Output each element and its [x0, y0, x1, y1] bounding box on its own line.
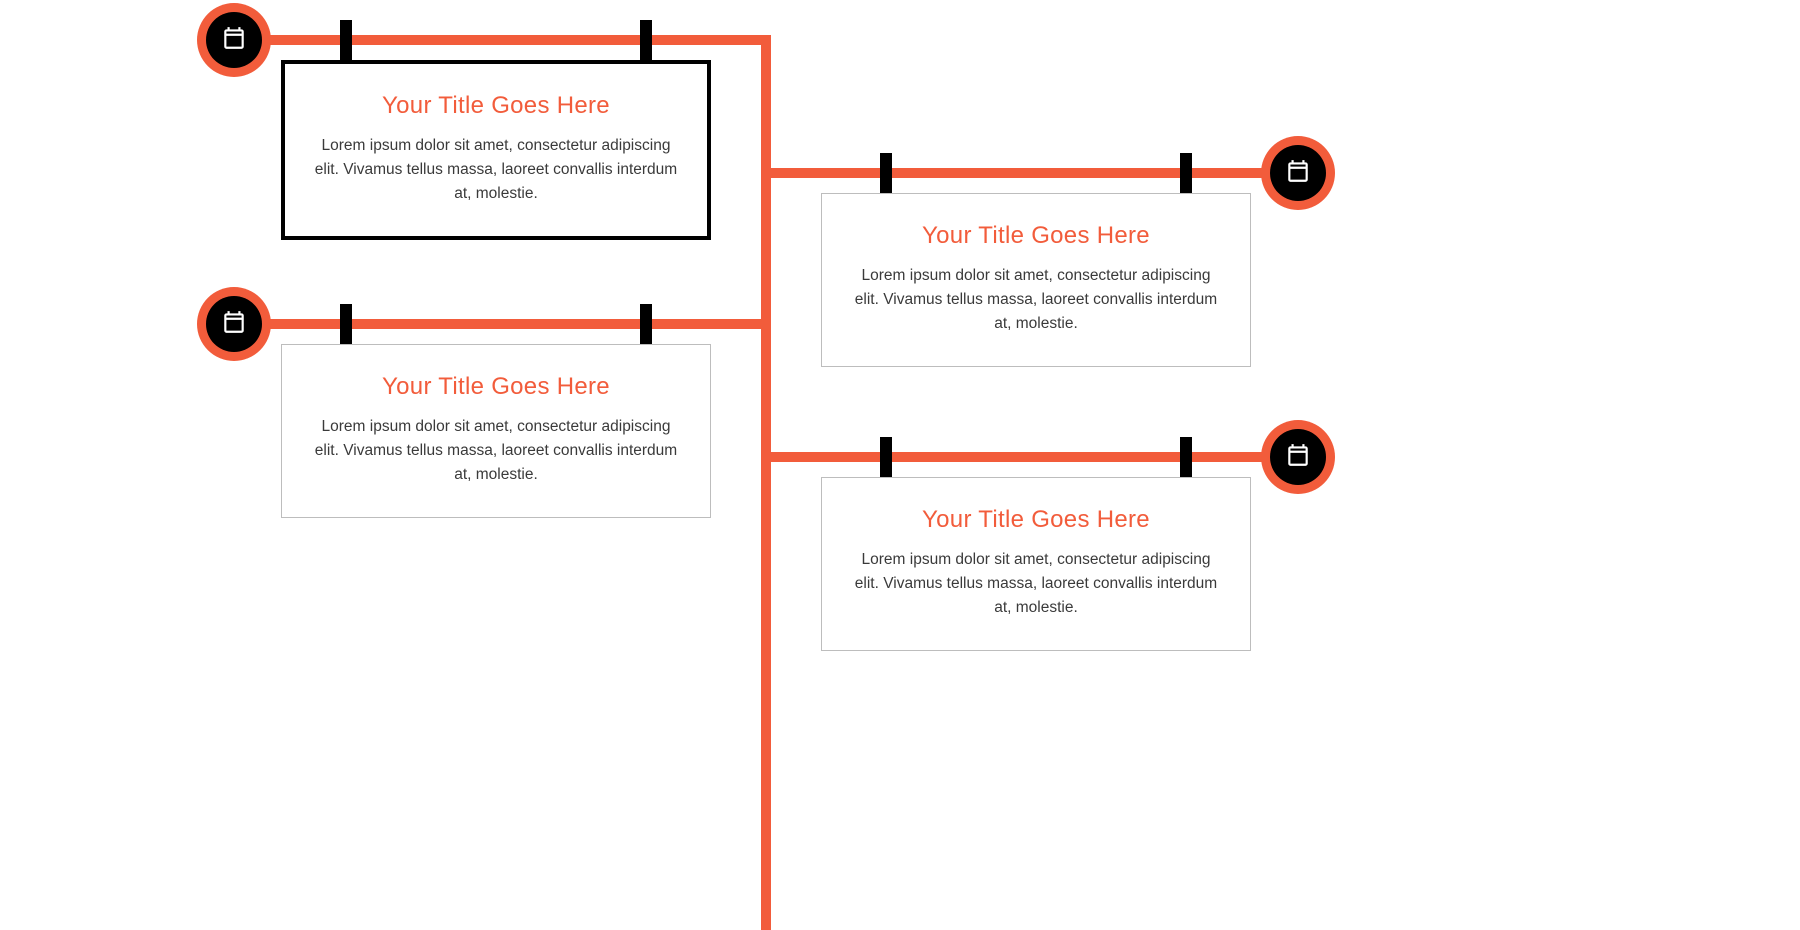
timeline-card: Your Title Goes Here Lorem ipsum dolor s… [821, 193, 1251, 367]
calendar-icon [1285, 442, 1311, 473]
connector-line [234, 35, 771, 45]
calendar-icon [221, 309, 247, 340]
card-title: Your Title Goes Here [850, 222, 1222, 250]
card-title: Your Title Goes Here [313, 92, 679, 120]
timeline-badge [1261, 136, 1335, 210]
connector-line [234, 319, 771, 329]
card-body: Lorem ipsum dolor sit amet, consectetur … [850, 548, 1222, 620]
card-title: Your Title Goes Here [310, 373, 682, 401]
card-body: Lorem ipsum dolor sit amet, consectetur … [313, 134, 679, 206]
card-title: Your Title Goes Here [850, 506, 1222, 534]
card-body: Lorem ipsum dolor sit amet, consectetur … [310, 415, 682, 487]
timeline-card: Your Title Goes Here Lorem ipsum dolor s… [281, 344, 711, 518]
timeline-card: Your Title Goes Here Lorem ipsum dolor s… [821, 477, 1251, 651]
calendar-icon [1285, 158, 1311, 189]
timeline-card: Your Title Goes Here Lorem ipsum dolor s… [281, 60, 711, 240]
timeline-badge [1261, 420, 1335, 494]
timeline-badge [197, 287, 271, 361]
connector-line [761, 452, 1298, 462]
connector-line [761, 168, 1298, 178]
card-body: Lorem ipsum dolor sit amet, consectetur … [850, 264, 1222, 336]
timeline-badge [197, 3, 271, 77]
calendar-icon [221, 25, 247, 56]
